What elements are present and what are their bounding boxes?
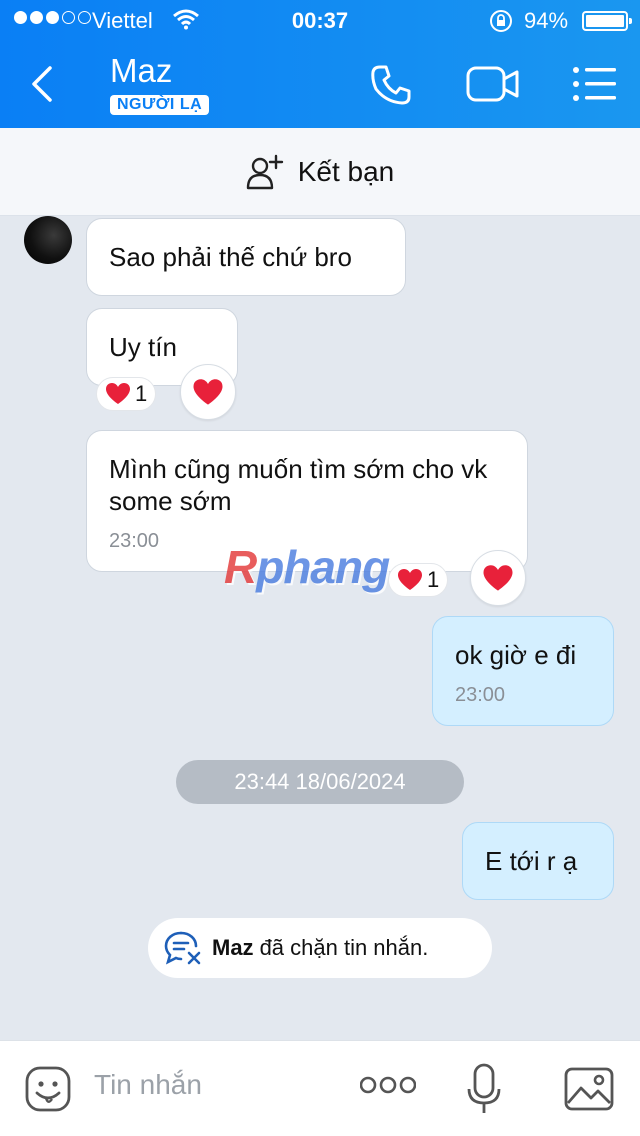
menu-list-icon[interactable] <box>572 66 618 102</box>
sticker-icon[interactable] <box>24 1065 72 1113</box>
add-user-icon <box>246 154 283 189</box>
message-bubble-sent[interactable]: ok giờ e đi 23:00 <box>432 616 614 726</box>
microphone-icon[interactable] <box>466 1063 502 1115</box>
status-bar: Viettel 00:37 94% <box>0 0 640 40</box>
blocked-notice: Maz đã chặn tin nhắn. <box>148 918 492 978</box>
rotation-lock-icon <box>490 10 512 32</box>
battery-icon <box>582 11 632 31</box>
message-bubble-sent[interactable]: E tới r ạ <box>462 822 614 900</box>
reaction-count: 1 <box>427 567 440 592</box>
reaction-summary[interactable]: 1 <box>388 563 449 597</box>
blocked-contact-name: Maz <box>212 935 254 960</box>
watermark-logo: Rphang <box>224 541 390 593</box>
message-composer <box>0 1040 640 1136</box>
message-text: Sao phải thế chứ bro <box>109 242 352 272</box>
react-heart-button[interactable] <box>470 550 526 606</box>
back-arrow-icon[interactable] <box>22 62 66 106</box>
date-separator: 23:44 18/06/2024 <box>176 760 464 804</box>
reaction-summary[interactable]: 1 <box>96 377 157 411</box>
blocked-message-icon <box>164 931 201 965</box>
stranger-badge: NGƯỜI LẠ <box>110 95 210 115</box>
heart-icon <box>398 569 422 590</box>
message-text: Mình cũng muốn tìm sớm cho vk some sớm <box>109 454 488 516</box>
message-text: ok giờ e đi <box>455 640 577 670</box>
message-text: E tới r ạ <box>485 846 578 876</box>
blocked-text: đã chặn tin nhắn. <box>259 935 429 960</box>
message-text: Uy tín <box>109 332 177 362</box>
heart-icon <box>193 378 223 405</box>
heart-icon <box>106 383 130 404</box>
heart-icon <box>483 564 513 591</box>
reaction-count: 1 <box>135 381 148 406</box>
video-call-icon[interactable] <box>466 64 520 104</box>
react-heart-button[interactable] <box>180 364 236 420</box>
contact-name[interactable]: Maz <box>110 52 172 90</box>
contact-avatar[interactable] <box>24 216 72 264</box>
add-friend-label: Kết bạn <box>297 155 395 187</box>
message-time: 23:00 <box>455 684 506 706</box>
message-input[interactable] <box>94 1069 334 1101</box>
add-friend-button[interactable]: Kết bạn <box>0 128 640 216</box>
battery-percentage: 94% <box>524 8 569 33</box>
more-options-icon[interactable] <box>360 1075 416 1095</box>
phone-call-icon[interactable] <box>368 62 414 108</box>
image-gallery-icon[interactable] <box>564 1067 614 1111</box>
message-bubble-received[interactable]: Sao phải thế chứ bro <box>86 218 406 296</box>
chat-header: Viettel 00:37 94% Maz NGƯỜI LẠ <box>0 0 640 128</box>
